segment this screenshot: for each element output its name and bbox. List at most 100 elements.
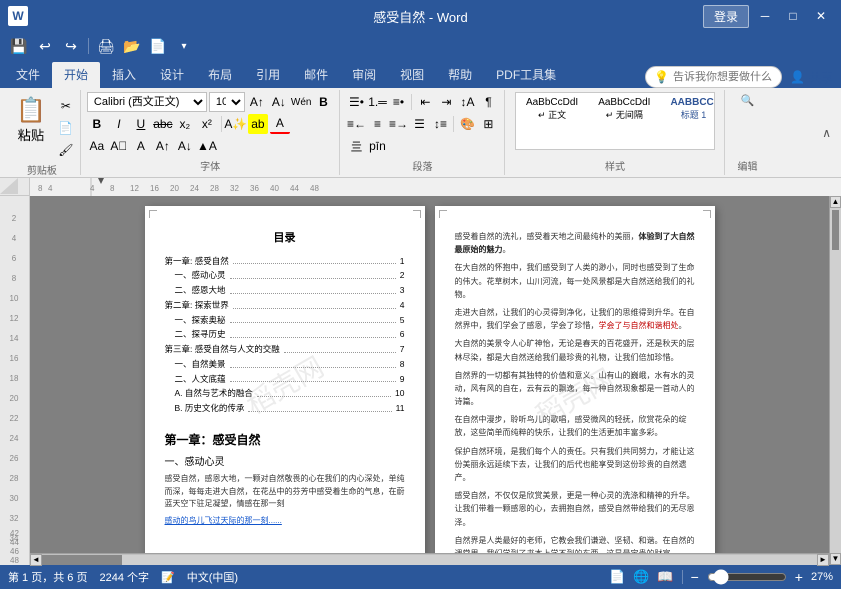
numbering-button[interactable]: 1.═ (367, 92, 387, 112)
svg-text:4: 4 (11, 234, 16, 243)
read-mode-button[interactable]: 📖 (657, 569, 673, 585)
borders-button[interactable]: ⊞ (478, 114, 498, 134)
increase-indent-button[interactable]: ⇥ (436, 92, 456, 112)
web-layout-view-button[interactable]: 🌐 (633, 569, 649, 585)
para-div1 (411, 94, 412, 110)
decrease-indent-button[interactable]: ⇤ (415, 92, 435, 112)
shading-button[interactable]: 🎨 (457, 114, 477, 134)
horizontal-scrollbar[interactable]: ◄ ► (30, 553, 829, 565)
format-painter-button[interactable]: 🖌 (56, 140, 76, 160)
pinyin-button[interactable]: pīn (367, 136, 387, 156)
font-sub2-button[interactable]: A (131, 136, 151, 156)
login-button[interactable]: 登录 (703, 5, 749, 28)
scroll-down-button[interactable]: ▼ (830, 553, 841, 565)
align-right-button[interactable]: ≡→ (388, 114, 408, 134)
scroll-up-button[interactable]: ▲ (830, 196, 841, 208)
font-shading-button[interactable]: ▲A (197, 136, 217, 156)
style-h1[interactable]: AABBCCI 标题 1 (660, 93, 715, 123)
clipboard-content: 📋 粘贴 ✂ 📄 🖌 (8, 92, 76, 160)
para-row3: 亖 pīn (346, 136, 387, 156)
tab-view[interactable]: 视图 (388, 62, 436, 88)
copy-button[interactable]: 📄 (56, 118, 76, 138)
zoom-in-button[interactable]: + (795, 569, 803, 585)
align-left-button[interactable]: ≡← (346, 114, 366, 134)
text-highlight-button[interactable]: ab (248, 114, 268, 134)
tab-help[interactable]: 帮助 (436, 62, 484, 88)
scroll-right-button[interactable]: ► (817, 554, 829, 566)
italic-format-button[interactable]: I (109, 114, 129, 134)
scroll-thumb[interactable] (832, 210, 839, 250)
tell-me-box[interactable]: 💡 (645, 66, 782, 88)
underline-format-button[interactable]: U (131, 114, 151, 134)
svg-text:24: 24 (9, 434, 18, 443)
line-spacing-button[interactable]: ↕≡ (430, 114, 450, 134)
font-name-select[interactable]: Calibri (西文正文) (87, 92, 207, 112)
paste-label: 粘贴 (18, 125, 45, 144)
chinese-layout-button[interactable]: 亖 (346, 136, 366, 156)
horizontal-ruler[interactable]: 8 4 4 8 12 16 20 24 28 32 36 40 44 48 (30, 178, 841, 196)
increase-font-button[interactable]: A↑ (247, 92, 267, 112)
bold-format-button[interactable]: B (87, 114, 107, 134)
minimize-button[interactable]: ─ (753, 4, 777, 28)
font-size-select[interactable]: 10 (209, 92, 245, 112)
style-no-spacing[interactable]: AaBbCcDdI ↵ 无间隔 (588, 93, 660, 123)
increase-font2-button[interactable]: A↑ (153, 136, 173, 156)
char-border-button[interactable]: A⃞ (109, 136, 129, 156)
bold-button[interactable]: B (313, 92, 333, 112)
multilevel-button[interactable]: ≡• (388, 92, 408, 112)
show-marks-button[interactable]: ¶ (478, 92, 498, 112)
strikethrough-button[interactable]: abc (153, 114, 173, 134)
tab-pdf[interactable]: PDF工具集 (484, 62, 568, 88)
tab-review[interactable]: 审阅 (340, 62, 388, 88)
ribbon-collapse-button[interactable]: ∧ (816, 90, 837, 175)
font-color-button[interactable]: A (270, 114, 290, 134)
styles-items: AaBbCcDdI ↵ 正文 AaBbCcDdI ↵ 无间隔 AABBCCI 标… (516, 93, 715, 149)
tab-mailings[interactable]: 邮件 (292, 62, 340, 88)
h-scroll-thumb[interactable] (42, 555, 122, 565)
paste-button[interactable]: 📋 粘贴 (8, 92, 54, 148)
tab-references[interactable]: 引用 (244, 62, 292, 88)
align-center-button[interactable]: ≡ (367, 114, 387, 134)
ruler-corner[interactable] (0, 178, 30, 196)
sort-button[interactable]: ↕A (457, 92, 477, 112)
text-effects-button[interactable]: A✨ (226, 114, 246, 134)
zoom-out-button[interactable]: − (691, 569, 699, 585)
save-qa-button[interactable]: 💾 (8, 35, 30, 57)
scroll-track[interactable] (830, 208, 841, 553)
styles-gallery: AaBbCcDdI ↵ 正文 AaBbCcDdI ↵ 无间隔 AABBCCI 标… (515, 92, 715, 150)
body-link-1[interactable]: 感动的鸟儿飞过天际的那一刻...... (165, 515, 405, 527)
tab-file[interactable]: 文件 (4, 62, 52, 88)
tab-insert[interactable]: 插入 (100, 62, 148, 88)
open-qa-button[interactable]: 📂 (121, 35, 143, 57)
print-layout-view-button[interactable]: 📄 (609, 569, 625, 585)
customize-qa-button[interactable]: ▾ (173, 35, 195, 57)
decrease-font-button[interactable]: A↓ (269, 92, 289, 112)
find-button[interactable]: 🔍 (733, 92, 761, 109)
document-scroll-area[interactable]: 稻壳网 目录 第一章: 感受自然 1 一、感动心灵 2 二、感恩大地 3 第二章… (30, 196, 829, 565)
subscript-button[interactable]: x₂ (175, 114, 195, 134)
scroll-left-button[interactable]: ◄ (30, 554, 42, 566)
tab-design[interactable]: 设计 (148, 62, 196, 88)
new-qa-button[interactable]: 📄 (147, 35, 169, 57)
print-qa-button[interactable]: 🖨 (95, 35, 117, 57)
undo-qa-button[interactable]: ↩ (34, 35, 56, 57)
superscript-button[interactable]: x² (197, 114, 217, 134)
p2-para-5: 自然界的一切都有其独特的价值和意义。山有山的巍峨，水有水的灵动，风有风的自在，云… (455, 369, 695, 409)
h-scroll-track[interactable] (42, 555, 817, 565)
zoom-slider[interactable] (707, 569, 787, 585)
maximize-button[interactable]: □ (781, 4, 805, 28)
tab-layout[interactable]: 布局 (196, 62, 244, 88)
style-normal[interactable]: AaBbCcDdI ↵ 正文 (516, 93, 588, 123)
tab-home[interactable]: 开始 (52, 62, 100, 88)
vertical-scrollbar[interactable]: ▲ ▼ (829, 196, 841, 565)
decrease-font2-button[interactable]: A↓ (175, 136, 195, 156)
bullets-button[interactable]: ☰• (346, 92, 366, 112)
aa-button[interactable]: Aa (87, 136, 107, 156)
close-button[interactable]: ✕ (809, 4, 833, 28)
redo-qa-button[interactable]: ↪ (60, 35, 82, 57)
word-count: 2244 个字 (99, 569, 149, 585)
justify-button[interactable]: ☰ (409, 114, 429, 134)
cut-button[interactable]: ✂ (56, 96, 76, 116)
tell-me-input[interactable] (673, 71, 773, 83)
share-button[interactable]: 👤 共享 (790, 69, 833, 86)
